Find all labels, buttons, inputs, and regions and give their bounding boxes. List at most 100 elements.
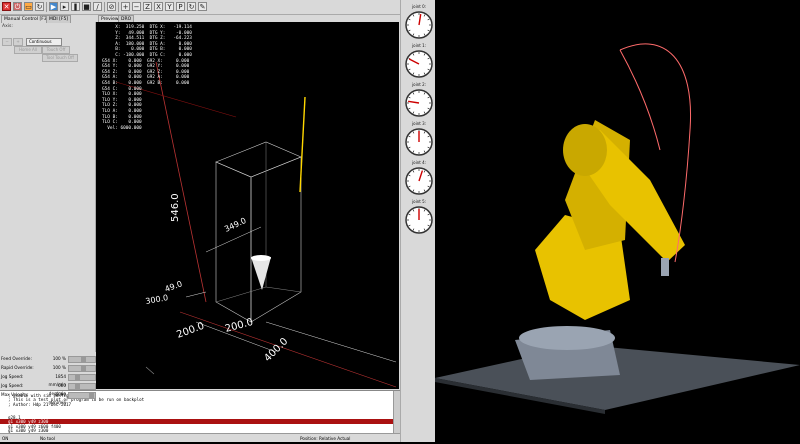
dim-label-e: 200.0 xyxy=(224,317,255,335)
override-value: 6000 mm/min xyxy=(48,392,66,405)
override-slider[interactable] xyxy=(68,392,96,399)
robot-3d-view[interactable] xyxy=(435,0,800,442)
zoom-out-button[interactable]: − xyxy=(132,2,141,11)
gcode-scrollbar[interactable] xyxy=(393,391,400,433)
pause-button[interactable]: ❚ xyxy=(71,2,80,11)
clear-plot-button[interactable]: ✎ xyxy=(198,2,207,11)
toolbar-separator xyxy=(118,2,119,12)
reload-button[interactable]: ↻ xyxy=(35,2,44,11)
override-slider[interactable] xyxy=(68,374,96,381)
override-row: Jog Speed: 1854 mm/min xyxy=(0,373,96,387)
jog-plus-button[interactable]: + xyxy=(13,38,23,46)
override-label: Jog Speed: xyxy=(1,383,24,388)
tool-trail-return xyxy=(619,49,661,151)
jog-minus-button[interactable]: − xyxy=(2,38,12,46)
tool-touch-off-button[interactable]: Tool Touch Off xyxy=(42,54,78,62)
override-row: Jog Speed: 600 deg/min xyxy=(0,382,96,396)
override-row: Max Velocity: 6000 mm/min xyxy=(0,391,96,405)
gauge-dial xyxy=(405,89,433,117)
view-z-button[interactable]: Z xyxy=(143,2,152,11)
robot-wrist xyxy=(661,258,669,276)
stop-button[interactable]: ■ xyxy=(82,2,91,11)
toolbar: ✕ ⏻ ▭ ↻ ▶ ▸ ❚ ■ / ⊘ + − Z X Y P ↻ ✎ xyxy=(0,0,435,15)
joint-gauges-panel: joint 0: joint 1: joint 2: joint 3: joint 4:… xyxy=(400,0,436,442)
tool-cone xyxy=(251,257,271,290)
origin-marker xyxy=(145,366,155,375)
override-slider[interactable] xyxy=(68,365,96,372)
slider-knob[interactable] xyxy=(75,375,81,380)
floor-plate xyxy=(435,345,800,410)
override-label: Max Velocity: xyxy=(1,392,29,397)
slider-knob[interactable] xyxy=(88,393,94,398)
joint-gauge: joint 3: xyxy=(404,121,434,159)
position-mode: Position: Relative Actual xyxy=(300,436,351,441)
axis-line-bottom xyxy=(179,311,397,388)
view-y-button[interactable]: Y xyxy=(165,2,174,11)
step-button[interactable]: ▸ xyxy=(60,2,69,11)
manual-control-panel: Axis: − + Continuous Home All Touch Off … xyxy=(0,22,96,352)
joint-gauge: joint 0: xyxy=(404,4,434,42)
robot-svg xyxy=(435,43,800,414)
joint-gauge: joint 1: xyxy=(404,43,434,81)
override-label: Feed Override: xyxy=(1,356,32,361)
toolbar-separator xyxy=(46,2,47,12)
tool-status: No tool xyxy=(40,436,55,441)
robot-base-top xyxy=(519,326,615,350)
dim-label-c: 300.0 xyxy=(145,293,169,306)
gauge-dial xyxy=(405,167,433,195)
dim-label-d: 200.0 xyxy=(175,321,206,341)
touch-off-button[interactable]: Touch Off xyxy=(42,46,70,54)
bbox-side xyxy=(250,156,302,323)
robot-elbow xyxy=(563,124,607,176)
run-button[interactable]: ▶ xyxy=(49,2,58,11)
dim-label-f: 400.0 xyxy=(262,336,290,364)
override-label: Rapid Override: xyxy=(1,365,34,370)
bbox-front xyxy=(215,161,252,323)
gauge-dial xyxy=(405,206,433,234)
bbox-back-bottom xyxy=(215,286,267,303)
block-delete-button[interactable]: / xyxy=(93,2,102,11)
dim-label-a: 349.0 xyxy=(223,216,248,234)
optional-stop-button[interactable]: ⊘ xyxy=(107,2,116,11)
override-value: 100 % xyxy=(52,365,66,370)
zoom-in-button[interactable]: + xyxy=(121,2,130,11)
linuxcnc-axis-window: ✕ ⏻ ▭ ↻ ▶ ▸ ❚ ■ / ⊘ + − Z X Y P ↻ ✎ Manual Control [F3] M… xyxy=(0,0,435,442)
tool-cone-top xyxy=(251,255,271,261)
dim-label-b: 49.0 xyxy=(164,279,184,294)
slider-knob[interactable] xyxy=(80,357,86,362)
open-file-button[interactable]: ▭ xyxy=(24,2,33,11)
joint-gauge: joint 2: xyxy=(404,82,434,120)
bbox-back-bottom2 xyxy=(265,286,302,293)
power-button[interactable]: ⏻ xyxy=(13,2,22,11)
dim-label-z: 546.0 xyxy=(170,193,181,222)
gauge-dial xyxy=(405,11,433,39)
estop-button[interactable]: ✕ xyxy=(2,2,11,11)
gauge-dial xyxy=(405,50,433,78)
gauge-dial xyxy=(405,128,433,156)
override-slider[interactable] xyxy=(68,383,96,390)
dim-line-4 xyxy=(185,291,207,298)
override-slider[interactable] xyxy=(68,356,96,363)
axis-label: Axis: xyxy=(2,24,13,29)
rotate-button[interactable]: ↻ xyxy=(187,2,196,11)
dro-readout: X: 319.250 DTG X: -19.114 Y: 49.000 DTG … xyxy=(102,25,192,131)
slider-knob[interactable] xyxy=(75,384,81,389)
toolpath-yellow xyxy=(299,96,306,193)
slider-knob[interactable] xyxy=(80,366,86,371)
home-button[interactable]: Home All xyxy=(14,46,42,54)
jog-increment-select[interactable]: Continuous xyxy=(26,38,62,46)
override-value: 100 % xyxy=(52,356,66,361)
override-label: Jog Speed: xyxy=(1,374,24,379)
toolbar-separator xyxy=(104,2,105,12)
machine-state: ON xyxy=(2,436,9,441)
preview-canvas[interactable]: 546.0 349.0 49.0 300.0 200.0 200.0 400.0… xyxy=(96,22,399,389)
status-bar: ON No tool Position: Relative Actual xyxy=(0,433,400,442)
bbox-top xyxy=(215,141,302,178)
override-row: Feed Override: 100 % xyxy=(0,355,96,363)
joint-gauge: joint 5: xyxy=(404,199,434,237)
view-p-button[interactable]: P xyxy=(176,2,185,11)
joint-gauge: joint 4: xyxy=(404,160,434,198)
dim-line-3 xyxy=(205,226,262,253)
override-row: Rapid Override: 100 % xyxy=(0,364,96,372)
view-x-button[interactable]: X xyxy=(154,2,163,11)
